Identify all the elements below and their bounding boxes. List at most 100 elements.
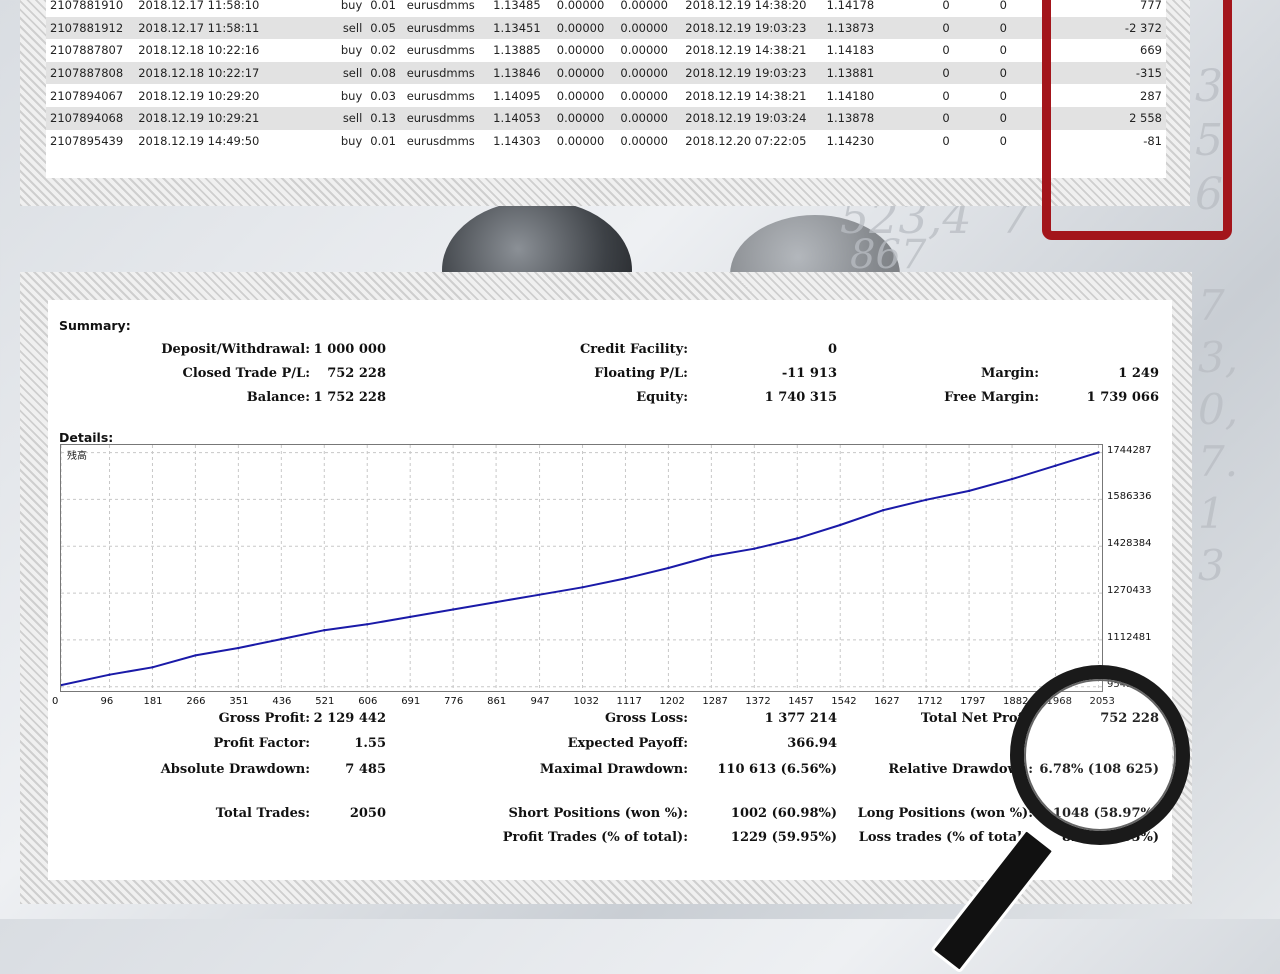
trade-cell-sl: 0.00000: [556, 88, 605, 103]
trade-cell-commission: 0: [942, 0, 950, 13]
y-tick-label: 1586336: [1107, 491, 1152, 503]
credit-label: Credit Facility:: [579, 342, 688, 357]
balance-data-point: [151, 666, 154, 669]
trade-cell-close-price: 1.14178: [826, 0, 875, 13]
chart-legend-label: 残高: [67, 449, 87, 462]
trade-cell-taxes: 0: [999, 43, 1007, 58]
trade-cell-tp: 0.00000: [620, 88, 668, 103]
maximal-drawdown-label: Maximal Drawdown:: [539, 762, 688, 777]
trade-cell-sl: 0.00000: [552, 16, 617, 40]
trade-cell-item: eurusdmms: [406, 88, 475, 103]
balance-data-point: [408, 615, 412, 619]
equity-value: 1 740 315: [764, 390, 837, 405]
balance-chart: 残高: [59, 444, 1103, 692]
short-positions-value: 1002 (60.98%): [730, 806, 837, 821]
trade-cell-price: 1.13885: [493, 43, 541, 58]
balance-data-point: [280, 637, 283, 641]
trade-cell-close-time: 2018.12.19 14:38:20: [685, 0, 807, 13]
loss-trades-label: Loss trades (% of total):: [858, 830, 1033, 845]
trade-cell-sl: 0.00000: [556, 133, 605, 148]
x-tick-label: 96: [100, 696, 114, 707]
balance-data-point: [323, 629, 326, 632]
trade-cell-size: 0.13: [366, 106, 403, 130]
trade-cell-close-price: 1.13881: [822, 61, 910, 85]
trades-table-container: 2107881910 2018.12.17 11:58:10 buy 0.01 euru…: [46, 0, 1166, 178]
balance-data-point: [881, 509, 885, 512]
trade-cell-size: 0.02: [370, 43, 396, 58]
trade-cell-commission: 0: [909, 61, 983, 85]
trade-cell-open-time: 2018.12.17 11:58:10: [138, 0, 260, 13]
trade-cell-type: buy: [340, 133, 363, 148]
trade-cell-close-time: 2018.12.19 14:38:21: [685, 43, 807, 58]
balance-data-point: [839, 523, 842, 527]
trade-cell-ticket: 2107887808: [46, 61, 135, 85]
margin-label: Margin:: [981, 366, 1039, 381]
trade-cell-type: sell: [293, 16, 367, 40]
y-tick-label: 1744287: [1107, 444, 1152, 456]
closed-pl-value: 752 228: [327, 366, 386, 381]
absolute-drawdown-label: Absolute Drawdown:: [160, 762, 310, 777]
balance-value: 1 752 228: [313, 390, 386, 405]
trade-cell-price: 1.14095: [493, 88, 541, 103]
balance-data-point: [710, 554, 713, 558]
trade-cell-item: eurusdmms: [402, 16, 490, 40]
floating-pl-label: Floating P/L:: [594, 366, 688, 381]
trades-panel: 2107881910 2018.12.17 11:58:10 buy 0.01 euru…: [20, 0, 1190, 206]
trade-cell-ticket: 2107881910: [50, 0, 124, 13]
gross-profit-value: 2 129 442: [313, 711, 386, 726]
trade-cell-price: 1.13846: [489, 61, 553, 85]
trade-cell-tp: 0.00000: [620, 43, 668, 58]
balance-data-point: [1097, 451, 1100, 454]
trade-cell-type: sell: [293, 61, 367, 85]
table-row: 2107887808 2018.12.18 10:22:17 sell 0.08 eur…: [46, 61, 1166, 85]
trade-cell-item: eurusdmms: [402, 106, 490, 130]
balance-series-line: [60, 451, 1099, 687]
trade-cell-ticket: 2107894068: [46, 106, 135, 130]
summary-content: Summary: Deposit/Withdrawal: 1 000 000 C…: [48, 300, 1172, 880]
trade-cell-commission: 0: [909, 106, 983, 130]
short-positions-label: Short Positions (won %):: [508, 806, 688, 821]
trade-cell-open-time: 2018.12.19 14:49:50: [138, 133, 260, 148]
trade-cell-tp: 0.00000: [620, 133, 668, 148]
balance-data-point: [108, 673, 111, 676]
trade-cell-ticket: 2107895439: [50, 133, 124, 148]
balance-chart-svg: 残高: [59, 445, 1102, 691]
free-margin-value: 1 739 066: [1086, 390, 1159, 405]
trade-cell-close-price: 1.13878: [822, 106, 910, 130]
x-tick-label: 1372: [745, 696, 771, 707]
balance-label: Balance:: [246, 390, 310, 405]
profit-trades-value: 1229 (59.95%): [730, 830, 837, 845]
balance-data-point: [451, 608, 455, 611]
y-tick-label: 1112481: [1107, 631, 1152, 643]
credit-value: 0: [827, 342, 837, 357]
trade-cell-open-time: 2018.12.18 10:22:17: [134, 61, 294, 85]
balance-data-point: [494, 600, 498, 604]
magnifier-lens-ring: [1024, 679, 1176, 831]
trade-cell-close-time: 2018.12.19 19:03:23: [681, 61, 823, 85]
balance-data-point: [624, 577, 627, 580]
trade-cell-close-price: 1.14180: [826, 88, 875, 103]
expected-payoff-value: 366.94: [787, 736, 837, 751]
trade-cell-sl: 0.00000: [556, 43, 605, 58]
table-row: 2107894067 2018.12.19 10:29:20 buy 0.03 euru…: [46, 84, 1166, 107]
trade-cell-size: 0.01: [370, 133, 396, 148]
trade-cell-tp: 0.00000: [620, 0, 668, 13]
highlight-box: [1042, 0, 1232, 240]
x-tick-label: 1287: [702, 696, 728, 707]
trade-cell-size: 0.08: [366, 61, 403, 85]
trade-cell-commission: 0: [942, 133, 950, 148]
x-tick-label: 0: [52, 696, 59, 707]
trade-cell-close-price: 1.13873: [822, 16, 910, 40]
balance-data-point: [753, 547, 756, 550]
balance-data-point: [924, 498, 928, 502]
trade-cell-type: buy: [340, 43, 363, 58]
trade-cell-taxes: 0: [982, 106, 1025, 130]
gross-loss-value: 1 377 214: [764, 711, 837, 726]
trade-cell-close-time: 2018.12.20 07:22:05: [685, 133, 807, 148]
x-tick-label: 351: [229, 696, 249, 707]
trade-cell-close-time: 2018.12.19 14:38:21: [685, 88, 807, 103]
table-row: 2107887807 2018.12.18 10:22:16 buy 0.02 euru…: [46, 39, 1166, 62]
balance-data-point: [366, 623, 369, 626]
trade-cell-open-time: 2018.12.17 11:58:11: [134, 16, 294, 40]
closed-pl-label: Closed Trade P/L:: [182, 366, 310, 381]
